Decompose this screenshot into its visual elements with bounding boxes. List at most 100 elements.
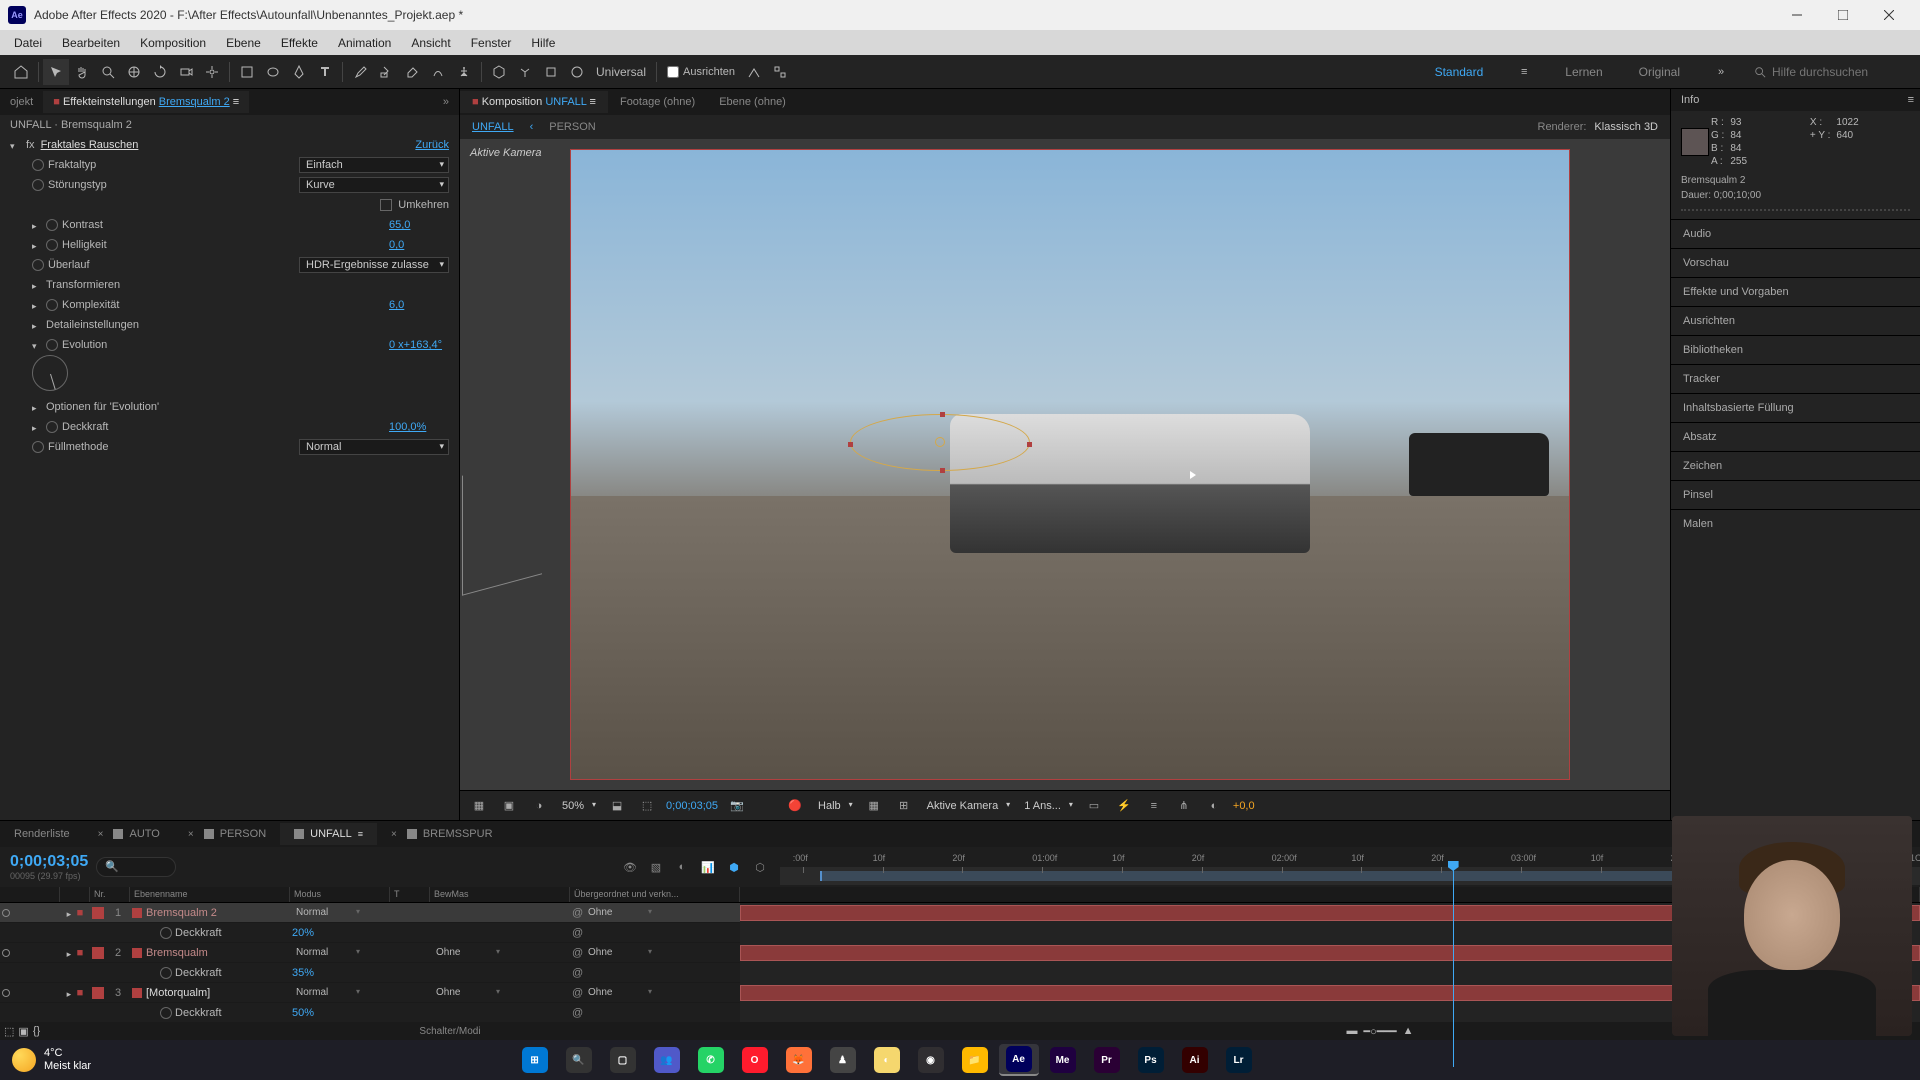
content-aware-panel[interactable]: Inhaltsbasierte Füllung: [1671, 393, 1920, 422]
snapshot-button[interactable]: 📷: [726, 795, 748, 817]
taskbar-app-taskview[interactable]: ▢: [603, 1044, 643, 1076]
current-time-indicator[interactable]: [1453, 867, 1454, 1067]
nest-unfall[interactable]: UNFALL: [472, 121, 514, 133]
prop-evo-opt[interactable]: Optionen für 'Evolution': [46, 401, 159, 413]
reset-button[interactable]: Zurück: [415, 139, 449, 151]
menu-fenster[interactable]: Fenster: [461, 32, 522, 54]
menu-animation[interactable]: Animation: [328, 32, 401, 54]
timeline-timecode[interactable]: 0;00;03;05: [10, 853, 88, 871]
puppet-tool[interactable]: [451, 59, 477, 85]
parent-dropdown[interactable]: Ohne: [584, 986, 654, 999]
workspace-menu-icon[interactable]: ≡: [1511, 59, 1537, 85]
twirl-icon[interactable]: [32, 402, 42, 412]
pickwhip-icon[interactable]: @: [572, 907, 584, 919]
help-search[interactable]: [1754, 65, 1912, 79]
menu-ebene[interactable]: Ebene: [216, 32, 271, 54]
brush-tool[interactable]: [347, 59, 373, 85]
taskbar-app-ai[interactable]: Ai: [1175, 1044, 1215, 1076]
roto-tool[interactable]: [425, 59, 451, 85]
taskbar-app-whatsapp[interactable]: ✆: [691, 1044, 731, 1076]
tab-menu-icon[interactable]: ≡: [233, 96, 239, 108]
taskbar-app-start[interactable]: ⊞: [515, 1044, 555, 1076]
timeline-tab-renderliste[interactable]: Renderliste: [0, 823, 84, 845]
pickwhip-icon[interactable]: @: [572, 967, 584, 979]
weather-widget[interactable]: 4°C Meist klar: [0, 1047, 103, 1073]
helligkeit-value[interactable]: 0,0: [389, 239, 449, 251]
camera-tool[interactable]: [173, 59, 199, 85]
exposure-reset-button[interactable]: ◐: [1203, 795, 1225, 817]
evolution-dial[interactable]: [32, 355, 68, 391]
workspace-original[interactable]: Original: [1631, 61, 1688, 83]
stopwatch-icon[interactable]: [32, 159, 44, 171]
prop-detail[interactable]: Detaileinstellungen: [46, 319, 139, 331]
prop-value[interactable]: 20%: [292, 927, 314, 939]
preview-panel[interactable]: Vorschau: [1671, 248, 1920, 277]
ueberlauf-dropdown[interactable]: HDR-Ergebnisse zulasse: [299, 257, 449, 273]
paint-panel[interactable]: Malen: [1671, 509, 1920, 538]
workspace-standard[interactable]: Standard: [1427, 61, 1492, 83]
taskbar-app-teams[interactable]: 👥: [647, 1044, 687, 1076]
timeline-tab-unfall[interactable]: UNFALL ≡: [280, 823, 377, 845]
rect-mode-button[interactable]: [538, 59, 564, 85]
snap-option-button[interactable]: [741, 59, 767, 85]
effect-name[interactable]: Fraktales Rauschen: [41, 139, 410, 151]
stopwatch-icon[interactable]: [32, 441, 44, 453]
tab-menu-icon[interactable]: ≡: [590, 96, 596, 108]
orbit-tool[interactable]: [121, 59, 147, 85]
menu-hilfe[interactable]: Hilfe: [521, 32, 565, 54]
maximize-button[interactable]: [1820, 0, 1866, 30]
camera-dropdown[interactable]: Aktive Kamera: [923, 798, 1013, 814]
libraries-panel[interactable]: Bibliotheken: [1671, 335, 1920, 364]
snap-grid-button[interactable]: [767, 59, 793, 85]
twirl-icon[interactable]: [32, 422, 42, 432]
taskbar-app-ae[interactable]: Ae: [999, 1044, 1039, 1076]
composition-tab[interactable]: ■ Komposition UNFALL ≡: [460, 91, 608, 113]
layer-row[interactable]: ■ 1 Bremsqualm 2 Normal @Ohne: [0, 903, 1920, 923]
toggle-in-out-icon[interactable]: {}: [33, 1025, 40, 1038]
stopwatch-icon[interactable]: [46, 239, 58, 251]
visibility-toggle[interactable]: [2, 989, 10, 997]
selection-tool[interactable]: [43, 59, 69, 85]
fast-preview-button[interactable]: ⚡: [1113, 795, 1135, 817]
twirl-icon[interactable]: [67, 948, 77, 958]
timeline-button[interactable]: ≡: [1143, 795, 1165, 817]
guides-button[interactable]: ⊞: [893, 795, 915, 817]
snapping-toggle[interactable]: Ausrichten: [661, 66, 741, 78]
taskbar-app-app1[interactable]: ♟: [823, 1044, 863, 1076]
rotate-tool[interactable]: [147, 59, 173, 85]
align-panel[interactable]: Ausrichten: [1671, 306, 1920, 335]
views-dropdown[interactable]: 1 Ans...: [1020, 798, 1075, 814]
switches-modes-toggle[interactable]: Schalter/Modi: [60, 1026, 840, 1037]
workspace-overflow[interactable]: »: [1708, 59, 1734, 85]
tracker-panel[interactable]: Tracker: [1671, 364, 1920, 393]
twirl-icon[interactable]: [10, 140, 20, 150]
prop-transformieren[interactable]: Transformieren: [46, 279, 120, 291]
timeline-tab-person[interactable]: ×PERSON: [174, 823, 280, 845]
help-search-input[interactable]: [1772, 65, 1912, 79]
label-color[interactable]: [92, 987, 104, 999]
layer-row[interactable]: ■ 3 [Motorqualm] Normal Ohne @Ohne: [0, 983, 1920, 1003]
footage-tab[interactable]: Footage (ohne): [608, 91, 707, 113]
effect-header[interactable]: fx Fraktales Rauschen Zurück: [4, 135, 455, 155]
komplexitaet-value[interactable]: 6,0: [389, 299, 449, 311]
rect-tool[interactable]: [234, 59, 260, 85]
taskbar-app-pr[interactable]: Pr: [1087, 1044, 1127, 1076]
prop-value[interactable]: 35%: [292, 967, 314, 979]
pen-tool[interactable]: [286, 59, 312, 85]
label-color[interactable]: [92, 947, 104, 959]
mask-handle[interactable]: [940, 468, 945, 473]
stopwatch-icon[interactable]: [160, 1007, 172, 1019]
effects-presets-panel[interactable]: Effekte und Vorgaben: [1671, 277, 1920, 306]
shy-button[interactable]: 👁: [620, 857, 640, 877]
always-preview-button[interactable]: ▦: [468, 795, 490, 817]
zoom-dropdown[interactable]: 50%: [558, 798, 598, 814]
minimize-button[interactable]: [1774, 0, 1820, 30]
audio-panel[interactable]: Audio: [1671, 219, 1920, 248]
info-panel-tab[interactable]: Info ≡: [1671, 89, 1920, 111]
visibility-toggle[interactable]: [2, 909, 10, 917]
graph-button[interactable]: 📊: [698, 857, 718, 877]
toggle-transfer-icon[interactable]: ▣: [18, 1025, 28, 1038]
stopwatch-icon[interactable]: [32, 179, 44, 191]
resolution-toggle[interactable]: ⬓: [606, 795, 628, 817]
stoerungstyp-dropdown[interactable]: Kurve: [299, 177, 449, 193]
